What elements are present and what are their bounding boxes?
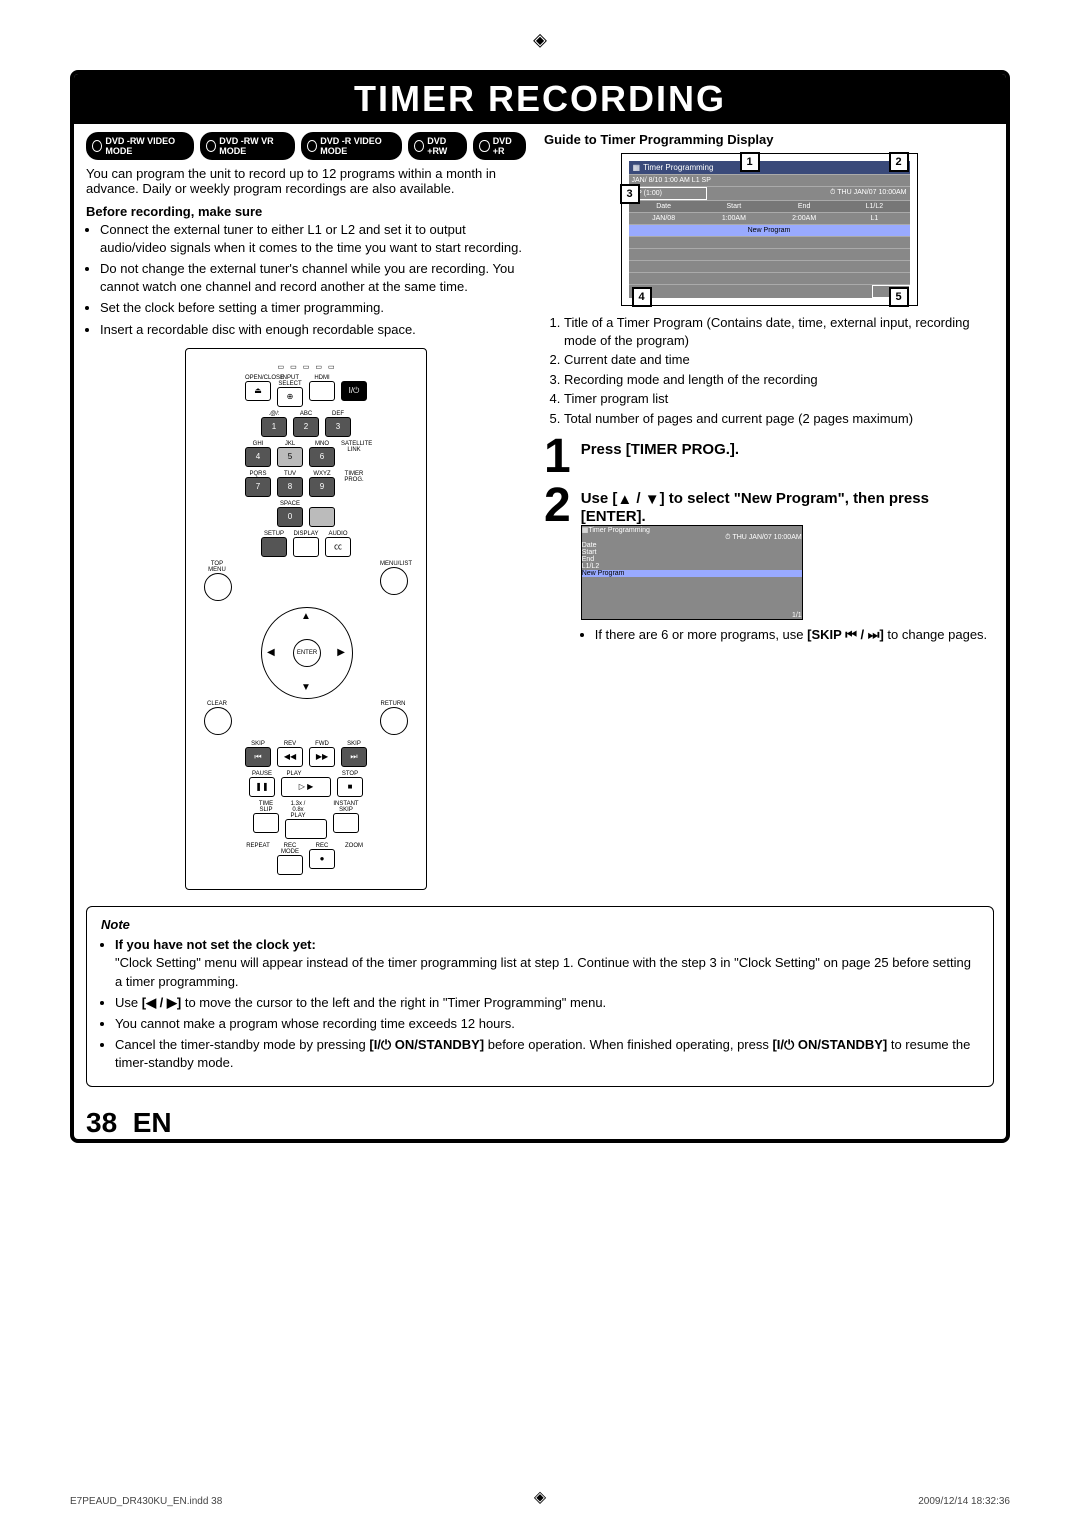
intro-text: You can program the unit to record up to…: [86, 166, 526, 196]
step-2: 2 Use [▲ / ▼] to select "New Program", t…: [544, 486, 994, 650]
clear-button: [204, 707, 232, 735]
play-button: ▷ ▶: [281, 777, 331, 797]
footer-right: 2009/12/14 18:32:36: [918, 1496, 1010, 1507]
page-title: TIMER RECORDING: [74, 74, 1006, 124]
step-2-title: Use [▲ / ▼] to select "New Program", the…: [581, 490, 994, 525]
pause-button: ❚❚: [249, 777, 275, 797]
before-item: Do not change the external tuner's chann…: [100, 260, 526, 295]
badge-dvd-rw-video: DVD -RW VIDEO MODE: [86, 132, 194, 160]
key-8: 8: [277, 477, 303, 497]
guide-item: Current date and time: [564, 351, 994, 369]
registration-mark-bottom: ◈: [534, 1487, 546, 1507]
down-arrow-icon: ▼: [645, 491, 660, 508]
key-9: 9: [309, 477, 335, 497]
key-6: 6: [309, 447, 335, 467]
step-number: 2: [544, 486, 571, 527]
note-item: If you have not set the clock yet:"Clock…: [115, 936, 979, 991]
callout-2: 2: [889, 152, 909, 172]
registration-mark-top: ◈: [533, 30, 547, 51]
time-slip-button: [253, 813, 279, 833]
skip-next-icon: ⏭: [868, 626, 880, 644]
footer-left: E7PEAUD_DR430KU_EN.indd 38: [70, 1496, 222, 1507]
step-1-title: Press [TIMER PROG.].: [581, 441, 739, 458]
callout-4: 4: [632, 287, 652, 307]
speed-play-button: [285, 819, 327, 839]
note-heading: Note: [101, 917, 979, 932]
key-0: 0: [277, 507, 303, 527]
skip-prev-icon: ⏮: [845, 626, 857, 644]
display-button: [293, 537, 319, 557]
before-item: Set the clock before setting a timer pro…: [100, 299, 526, 317]
standby-button: I/⏻: [341, 381, 367, 401]
top-menu-button: [204, 573, 232, 601]
left-arrow-icon: ◀: [267, 647, 275, 658]
remote-control-diagram: ▭▭▭▭▭ OPEN/CLOSE⏏ INPUT SELECT⊕ HDMI I/⏻…: [185, 348, 427, 890]
input-select-button: ⊕: [277, 387, 303, 407]
key-1: 1: [261, 417, 287, 437]
key-3: 3: [325, 417, 351, 437]
skip-back-button: ⏮: [245, 747, 271, 767]
screen-icon: ▦: [633, 163, 641, 172]
instant-skip-button: [333, 813, 359, 833]
badge-dvd-rw-vr: DVD -RW VR MODE: [200, 132, 295, 160]
stop-button: ■: [337, 777, 363, 797]
before-item: Connect the external tuner to either L1 …: [100, 221, 526, 256]
dpad: ENTER ▲ ▼ ◀ ▶: [261, 607, 351, 697]
rec-mode-button: [277, 855, 303, 875]
badge-dvd-plus-r: DVD +R: [473, 132, 526, 160]
key-4: 4: [245, 447, 271, 467]
note-item: Use [◀ / ▶] to move the cursor to the le…: [115, 994, 979, 1012]
before-list: Connect the external tuner to either L1 …: [86, 221, 526, 338]
guide-item: Recording mode and length of the recordi…: [564, 371, 994, 389]
guide-heading: Guide to Timer Programming Display: [544, 132, 994, 147]
guide-item: Timer program list: [564, 390, 994, 408]
step-1: 1 Press [TIMER PROG.].: [544, 437, 994, 478]
timer-prog-button: [309, 507, 335, 527]
callout-5: 5: [889, 287, 909, 307]
fwd-button: ▶▶: [309, 747, 335, 767]
badge-dvd-r-video: DVD -R VIDEO MODE: [301, 132, 402, 160]
setup-button: [261, 537, 287, 557]
audio-button: ㏄: [325, 537, 351, 557]
skip-fwd-button: ⏭: [341, 747, 367, 767]
up-arrow-icon: ▲: [301, 611, 311, 622]
step-2-note: If there are 6 or more programs, use [SK…: [595, 626, 994, 644]
before-item: Insert a recordable disc with enough rec…: [100, 321, 526, 339]
open-close-button: ⏏: [245, 381, 271, 401]
guide-item: Title of a Timer Program (Contains date,…: [564, 314, 994, 349]
return-button: [380, 707, 408, 735]
callout-1: 1: [740, 152, 760, 172]
rev-button: ◀◀: [277, 747, 303, 767]
right-arrow-icon: ▶: [337, 647, 345, 658]
guide-item: Total number of pages and current page (…: [564, 410, 994, 428]
up-arrow-icon: ▲: [617, 491, 632, 508]
callout-3: 3: [620, 184, 640, 204]
page-number: 38 EN: [86, 1107, 994, 1139]
mini-screen: ▦Timer Programming ⏱ THU JAN/07 10:00AM …: [581, 525, 803, 620]
step-number: 1: [544, 437, 571, 478]
note-box: Note If you have not set the clock yet:"…: [86, 906, 994, 1086]
note-item: Cancel the timer-standby mode by pressin…: [115, 1036, 979, 1072]
key-7: 7: [245, 477, 271, 497]
badge-dvd-plus-rw: DVD +RW: [408, 132, 468, 160]
key-2: 2: [293, 417, 319, 437]
key-5: 5: [277, 447, 303, 467]
rec-button: ●: [309, 849, 335, 869]
hdmi-button: [309, 381, 335, 401]
page-frame: TIMER RECORDING DVD -RW VIDEO MODE DVD -…: [70, 70, 1010, 1143]
guide-list: Title of a Timer Program (Contains date,…: [544, 314, 994, 427]
before-heading: Before recording, make sure: [86, 204, 526, 219]
timer-programming-screen: 1 2 3 4 5 ▦Timer Programming JAN/ 8/10 1…: [621, 153, 918, 306]
menu-list-button: [380, 567, 408, 595]
disc-badges: DVD -RW VIDEO MODE DVD -RW VR MODE DVD -…: [86, 132, 526, 160]
down-arrow-icon: ▼: [301, 682, 311, 693]
note-item: You cannot make a program whose recordin…: [115, 1015, 979, 1033]
